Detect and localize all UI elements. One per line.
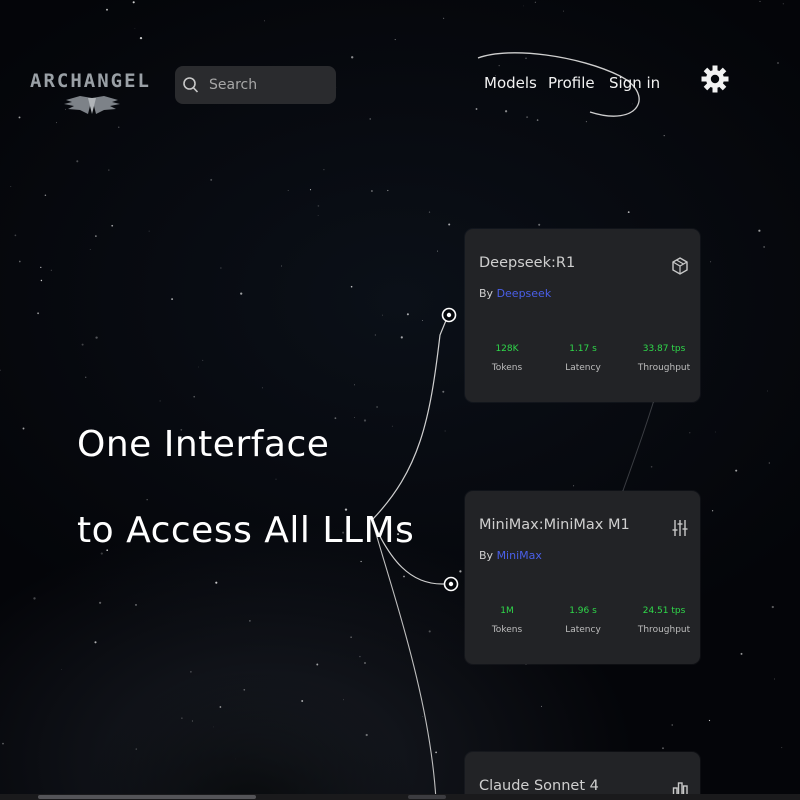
stat-value: 33.87 tps (642, 344, 686, 354)
model-title: Claude Sonnet 4 (479, 778, 599, 794)
nav-signin[interactable]: Sign in (609, 74, 660, 92)
stat-value: 1M (500, 606, 514, 616)
stat-label: Latency (565, 363, 601, 373)
stat-label: Throughput (637, 625, 691, 635)
stat-value: 1.96 s (569, 606, 597, 616)
model-title: Deepseek:R1 (479, 255, 576, 271)
sliders-icon (672, 520, 688, 536)
stat-throughput: 33.87 tps Throughput (624, 344, 704, 373)
stat-latency: 1.96 s Latency (543, 606, 623, 635)
hero-line-1: One Interface (77, 424, 330, 465)
model-provider-line: By Deepseek (479, 287, 551, 300)
stat-value: 24.51 tps (642, 606, 686, 616)
horizontal-scrollbar[interactable] (0, 794, 800, 800)
scrollbar-thumb-secondary[interactable] (408, 795, 446, 799)
by-label: By (479, 287, 494, 300)
model-provider-line: By MiniMax (479, 549, 542, 562)
model-card-deepseek[interactable]: Deepseek:R1 By Deepseek 128K Tokens 1.17… (465, 229, 700, 402)
model-title: MiniMax:MiniMax M1 (479, 517, 630, 533)
stat-tokens: 128K Tokens (467, 344, 547, 373)
stat-value: 128K (495, 344, 519, 354)
stat-latency: 1.17 s Latency (543, 344, 623, 373)
search-icon (183, 77, 199, 93)
model-card-claude[interactable]: Claude Sonnet 4 (465, 752, 700, 800)
stat-label: Tokens (491, 363, 523, 373)
brand-name: ARCHANGEL (30, 70, 151, 92)
cube-icon (672, 257, 688, 275)
nav-models[interactable]: Models (484, 74, 537, 92)
brand-logo[interactable]: ARCHANGEL (30, 70, 154, 120)
hero-headline: One Interface to Access All LLMs (77, 402, 414, 574)
search-input[interactable] (207, 76, 331, 94)
stat-throughput: 24.51 tps Throughput (624, 606, 704, 635)
provider-link[interactable]: Deepseek (497, 287, 552, 300)
target-node-icon[interactable] (441, 307, 457, 323)
stat-label: Throughput (637, 363, 691, 373)
provider-link[interactable]: MiniMax (497, 549, 542, 562)
target-node-icon[interactable] (443, 576, 459, 592)
stat-tokens: 1M Tokens (467, 606, 547, 635)
model-card-minimax[interactable]: MiniMax:MiniMax M1 By MiniMax 1M Tokens … (465, 491, 700, 664)
by-label: By (479, 549, 494, 562)
search-box[interactable] (175, 66, 336, 104)
hero-line-2: to Access All LLMs (77, 510, 415, 551)
gear-icon[interactable] (701, 62, 729, 96)
scrollbar-thumb[interactable] (38, 795, 256, 799)
wings-icon (64, 96, 120, 114)
stat-label: Tokens (491, 625, 523, 635)
tree-silhouette (0, 570, 470, 800)
stat-label: Latency (565, 625, 601, 635)
stat-value: 1.17 s (569, 344, 597, 354)
nav-profile[interactable]: Profile (548, 74, 595, 92)
